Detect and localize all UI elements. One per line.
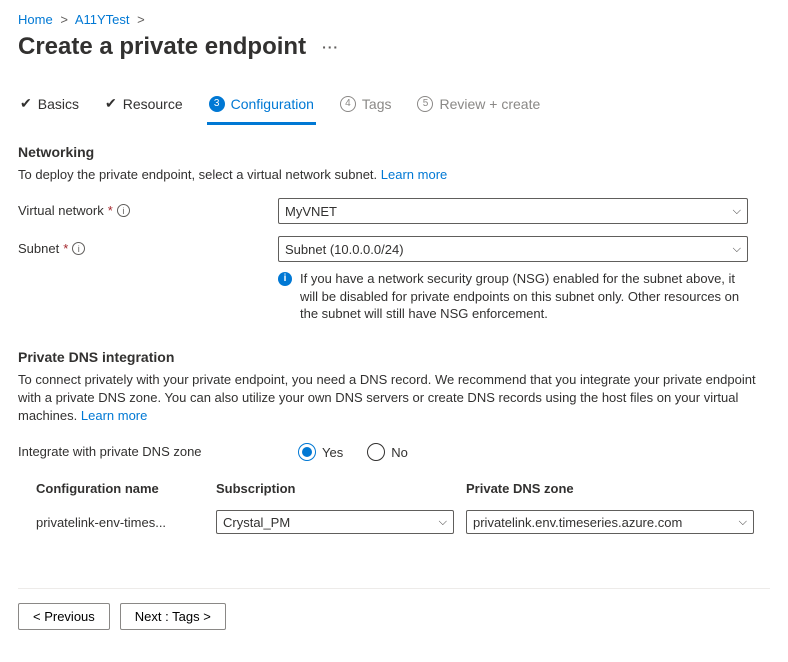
col-subscription: Subscription — [210, 473, 460, 506]
networking-heading: Networking — [18, 144, 770, 160]
previous-button[interactable]: < Previous — [18, 603, 110, 630]
cell-zone: privatelink.env.timeseries.azure.com ⌵ — [460, 506, 760, 538]
tab-review-create[interactable]: 5 Review + create — [415, 90, 542, 125]
select-value: MyVNET — [285, 204, 337, 219]
chevron-right-icon: > — [60, 12, 68, 27]
nsg-info: i If you have a network security group (… — [278, 270, 748, 323]
radio-label: Yes — [322, 445, 343, 460]
next-button[interactable]: Next : Tags > — [120, 603, 226, 630]
tab-label: Tags — [362, 96, 392, 112]
col-config: Configuration name — [30, 473, 210, 506]
cell-subscription: Crystal_PM ⌵ — [210, 506, 460, 538]
nsg-info-text: If you have a network security group (NS… — [300, 270, 748, 323]
dns-desc: To connect privately with your private e… — [18, 371, 758, 426]
desc-text: To deploy the private endpoint, select a… — [18, 167, 381, 182]
select-value: privatelink.env.timeseries.azure.com — [473, 515, 682, 530]
required-icon: * — [63, 241, 68, 256]
tab-label: Basics — [38, 96, 79, 112]
tab-label: Configuration — [231, 96, 314, 112]
chevron-down-icon: ⌵ — [733, 243, 741, 256]
tab-tags[interactable]: 4 Tags — [338, 90, 394, 125]
integrate-radio-group: Yes No — [298, 439, 408, 461]
cell-config-name: privatelink-env-times... — [30, 506, 210, 538]
step-badge: 3 — [209, 96, 225, 112]
radio-no[interactable]: No — [367, 443, 408, 461]
wizard-footer: < Previous Next : Tags > — [18, 588, 770, 630]
subnet-row: Subnet * i Subnet (10.0.0.0/24) ⌵ i If y… — [18, 236, 770, 323]
more-icon[interactable]: ··· — [322, 39, 339, 55]
chevron-right-icon: > — [137, 12, 145, 27]
chevron-down-icon: ⌵ — [439, 516, 447, 529]
select-value: Subnet (10.0.0.0/24) — [285, 242, 404, 257]
learn-more-link[interactable]: Learn more — [81, 408, 147, 423]
label-text: Virtual network — [18, 203, 104, 218]
info-icon[interactable]: i — [72, 242, 85, 255]
subnet-select[interactable]: Subnet (10.0.0.0/24) ⌵ — [278, 236, 748, 262]
required-icon: * — [108, 203, 113, 218]
vnet-select[interactable]: MyVNET ⌵ — [278, 198, 748, 224]
integrate-row: Integrate with private DNS zone Yes No — [18, 439, 770, 461]
subnet-label: Subnet * i — [18, 236, 278, 256]
table-header-row: Configuration name Subscription Private … — [30, 473, 760, 506]
zone-select[interactable]: privatelink.env.timeseries.azure.com ⌵ — [466, 510, 754, 534]
info-icon: i — [278, 272, 292, 286]
networking-desc: To deploy the private endpoint, select a… — [18, 166, 758, 184]
check-icon: ✔ — [20, 95, 32, 112]
page-title-text: Create a private endpoint — [18, 33, 306, 61]
col-zone: Private DNS zone — [460, 473, 760, 506]
step-badge: 4 — [340, 96, 356, 112]
learn-more-link[interactable]: Learn more — [381, 167, 447, 182]
step-badge: 5 — [417, 96, 433, 112]
tab-basics[interactable]: ✔ Basics — [18, 89, 81, 125]
subscription-select[interactable]: Crystal_PM ⌵ — [216, 510, 454, 534]
radio-icon — [367, 443, 385, 461]
info-icon[interactable]: i — [117, 204, 130, 217]
dns-heading: Private DNS integration — [18, 349, 770, 365]
select-value: Crystal_PM — [223, 515, 290, 530]
tab-label: Resource — [123, 96, 183, 112]
subnet-control: Subnet (10.0.0.0/24) ⌵ i If you have a n… — [278, 236, 748, 323]
tab-label: Review + create — [439, 96, 540, 112]
tab-configuration[interactable]: 3 Configuration — [207, 90, 316, 125]
vnet-row: Virtual network * i MyVNET ⌵ — [18, 198, 770, 224]
radio-yes[interactable]: Yes — [298, 443, 343, 461]
breadcrumb: Home > A11YTest > — [18, 12, 770, 27]
wizard-tabs: ✔ Basics ✔ Resource 3 Configuration 4 Ta… — [18, 89, 770, 126]
breadcrumb-home[interactable]: Home — [18, 12, 53, 27]
chevron-down-icon: ⌵ — [739, 516, 747, 529]
breadcrumb-parent[interactable]: A11YTest — [75, 12, 130, 27]
tab-resource[interactable]: ✔ Resource — [103, 89, 185, 125]
check-icon: ✔ — [105, 95, 117, 112]
label-text: Subnet — [18, 241, 59, 256]
radio-icon — [298, 443, 316, 461]
integrate-label: Integrate with private DNS zone — [18, 439, 298, 459]
vnet-label: Virtual network * i — [18, 198, 278, 218]
dns-table: Configuration name Subscription Private … — [30, 473, 760, 538]
page-title: Create a private endpoint ··· — [18, 33, 770, 61]
radio-label: No — [391, 445, 408, 460]
chevron-down-icon: ⌵ — [733, 205, 741, 218]
table-row: privatelink-env-times... Crystal_PM ⌵ pr… — [30, 506, 760, 538]
vnet-control: MyVNET ⌵ — [278, 198, 748, 224]
